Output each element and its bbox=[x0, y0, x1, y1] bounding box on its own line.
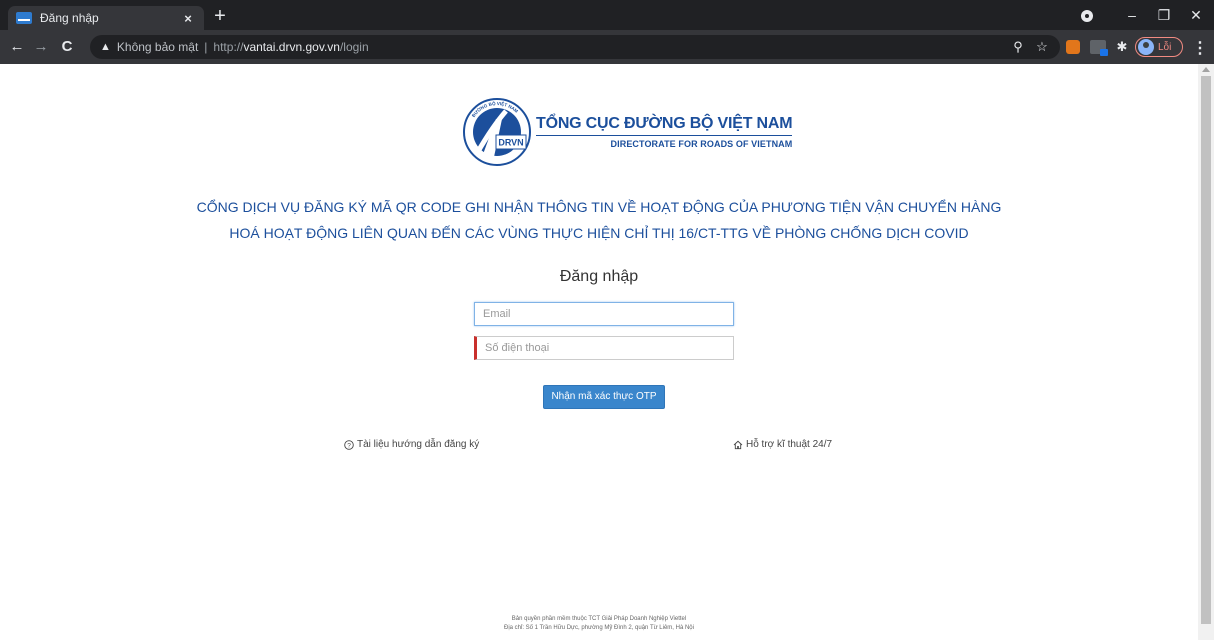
portal-title-line2: HOÁ HOẠT ĐỘNG LIÊN QUAN ĐẾN CÁC VÙNG THỰ… bbox=[229, 225, 969, 241]
chrome-profile-icon[interactable] bbox=[1081, 10, 1093, 22]
org-name-en: DIRECTORATE FOR ROADS OF VIETNAM bbox=[610, 139, 793, 149]
login-heading: Đăng nhập bbox=[559, 268, 639, 285]
warning-triangle-icon: ▲ bbox=[100, 41, 111, 53]
help-circle-icon: ? bbox=[344, 439, 354, 450]
url-separator: | bbox=[204, 40, 208, 54]
registration-guide-link[interactable]: ? Tài liệu hướng dẫn đăng ký bbox=[344, 439, 479, 450]
bookmark-star-icon[interactable]: ☆ bbox=[1034, 39, 1050, 55]
login-page: DRVN ĐƯỜNG BỘ VIỆT NAM TỔNG CỤC ĐƯỜNG BỘ… bbox=[0, 64, 1198, 640]
org-name-vn: TỔNG CỤC ĐƯỜNG BỘ VIỆT NAM bbox=[536, 115, 793, 136]
back-arrow-icon[interactable]: ← bbox=[6, 36, 28, 58]
home-icon bbox=[733, 440, 743, 449]
tech-support-link[interactable]: Hỗ trợ kĩ thuật 24/7 bbox=[733, 439, 832, 450]
restore-button[interactable]: ❐ bbox=[1150, 4, 1178, 26]
tech-support-label: Hỗ trợ kĩ thuật 24/7 bbox=[746, 439, 833, 450]
tab-close-icon[interactable]: × bbox=[180, 11, 196, 26]
get-otp-button[interactable]: Nhận mã xác thực OTP bbox=[543, 385, 665, 409]
browser-tab-strip: Đăng nhập × + – ❐ ✕ bbox=[0, 0, 1214, 30]
svg-text:?: ? bbox=[347, 442, 351, 449]
scrollbar-thumb[interactable] bbox=[1201, 76, 1211, 624]
scroll-up-arrow-icon[interactable] bbox=[1202, 67, 1210, 72]
screenshot-extension-icon[interactable] bbox=[1090, 40, 1108, 56]
forward-arrow-icon[interactable]: → bbox=[30, 36, 52, 58]
address-text: Địa chỉ: Số 1 Trần Hữu Dực, phường Mỹ Đì… bbox=[504, 625, 694, 631]
browser-toolbar: ← → C ▲ Không bảo mật | http://vantai.dr… bbox=[0, 30, 1214, 64]
email-field[interactable] bbox=[474, 302, 734, 326]
browser-tab[interactable]: Đăng nhập × bbox=[8, 6, 204, 30]
copyright-text: Bản quyền phần mềm thuộc TCT Giải Pháp D… bbox=[511, 616, 687, 622]
phone-field[interactable] bbox=[474, 336, 734, 360]
drvn-logo: DRVN ĐƯỜNG BỘ VIỆT NAM TỔNG CỤC ĐƯỜNG BỘ… bbox=[462, 97, 793, 167]
url-path: /login bbox=[339, 40, 369, 54]
avatar bbox=[1138, 39, 1154, 55]
close-window-button[interactable]: ✕ bbox=[1182, 4, 1210, 26]
new-tab-button[interactable]: + bbox=[208, 4, 232, 28]
logo-text-block: TỔNG CỤC ĐƯỜNG BỘ VIỆT NAM DIRECTORATE F… bbox=[536, 115, 793, 149]
zoom-icon[interactable]: ⚲ bbox=[1010, 39, 1026, 55]
reload-icon[interactable]: C bbox=[56, 36, 78, 58]
url-host: vantai.drvn.gov.vn bbox=[243, 40, 340, 54]
profile-error-label: Lỗi bbox=[1158, 41, 1172, 53]
profile-error-button[interactable]: Lỗi bbox=[1135, 37, 1183, 57]
not-secure-label[interactable]: Không bảo mật bbox=[117, 40, 198, 54]
registration-guide-label: Tài liệu hướng dẫn đăng ký bbox=[357, 439, 480, 450]
tab-title: Đăng nhập bbox=[40, 11, 99, 25]
metamask-extension-icon[interactable] bbox=[1066, 40, 1080, 54]
portal-title-line1: CỔNG DỊCH VỤ ĐĂNG KÝ MÃ QR CODE GHI NHẬN… bbox=[196, 199, 1002, 215]
extensions-puzzle-icon[interactable]: ✱ bbox=[1114, 39, 1130, 55]
url-scheme: http:// bbox=[213, 40, 244, 54]
logo-badge-text: DRVN bbox=[498, 138, 523, 148]
chrome-menu-icon[interactable]: ⋮ bbox=[1192, 38, 1208, 58]
minimize-button[interactable]: – bbox=[1118, 4, 1146, 26]
drvn-emblem-icon: DRVN ĐƯỜNG BỘ VIỆT NAM bbox=[463, 98, 531, 166]
page-scrollbar[interactable] bbox=[1198, 64, 1214, 640]
address-bar[interactable]: ▲ Không bảo mật | http://vantai.drvn.gov… bbox=[90, 35, 1060, 59]
site-favicon-icon bbox=[16, 12, 32, 24]
